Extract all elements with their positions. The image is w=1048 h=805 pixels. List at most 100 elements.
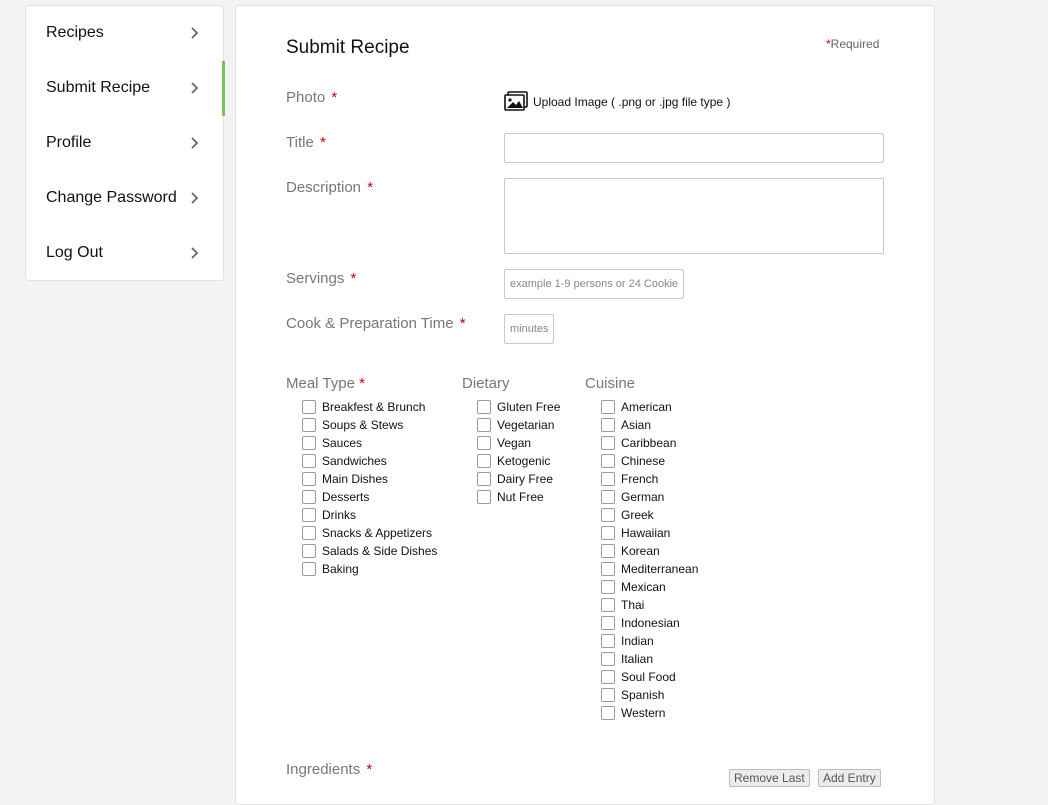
cook-time-label-text: Cook & Preparation Time [286, 315, 454, 332]
sidebar-item-label: Submit Recipe [46, 79, 151, 96]
checkbox[interactable] [477, 436, 491, 450]
sidebar-item-label: Recipes [46, 24, 104, 41]
image-icon [504, 91, 528, 111]
meal-type-option-label: Snacks & Appetizers [322, 526, 433, 540]
sidebar: Recipes Submit Recipe Profile Change Pas… [25, 5, 225, 281]
checkbox[interactable] [601, 670, 615, 684]
meal-type-heading: Meal Type * [286, 375, 365, 392]
cook-time-input[interactable] [504, 314, 554, 344]
checkbox[interactable] [601, 526, 615, 540]
checkbox[interactable] [601, 544, 615, 558]
checkbox[interactable] [477, 454, 491, 468]
required-star: * [459, 315, 466, 332]
meal-type-option-label: Breakfest & Brunch [322, 400, 426, 414]
checkbox[interactable] [601, 562, 615, 576]
checkbox[interactable] [477, 472, 491, 486]
meal-type-option-label: Baking [322, 562, 359, 576]
meal-type-heading-text: Meal Type [286, 375, 355, 392]
sidebar-item-change-password[interactable]: Change Password [26, 171, 224, 226]
checkbox[interactable] [302, 418, 316, 432]
checkbox[interactable] [601, 706, 615, 720]
checkbox[interactable] [601, 634, 615, 648]
cuisine-option-label: Hawaiian [621, 526, 671, 540]
page-title: Submit Recipe [286, 37, 410, 58]
checkbox[interactable] [601, 472, 615, 486]
dietary-option-label: Nut Free [497, 490, 544, 504]
checkbox[interactable] [601, 598, 615, 612]
required-star: * [331, 89, 338, 106]
cuisine-option-label: Western [621, 706, 666, 720]
required-note-text: Required [830, 37, 880, 51]
description-textarea[interactable] [504, 178, 884, 254]
cook-time-label: Cook & Preparation Time * [286, 315, 466, 332]
cuisine-option-label: Indonesian [621, 616, 680, 630]
sidebar-item-label: Profile [46, 134, 92, 151]
checkbox[interactable] [302, 472, 316, 486]
checkbox[interactable] [302, 508, 316, 522]
cuisine-option-label: German [621, 490, 665, 504]
cuisine-option-label: Chinese [621, 454, 666, 468]
checkbox[interactable] [601, 616, 615, 630]
photo-label: Photo * [286, 89, 337, 106]
checkbox[interactable] [302, 526, 316, 540]
checkbox[interactable] [601, 454, 615, 468]
checkbox[interactable] [601, 418, 615, 432]
title-input[interactable] [504, 133, 884, 163]
checkbox[interactable] [601, 490, 615, 504]
cuisine-option-label: Caribbean [621, 436, 677, 450]
chevron-right-icon [191, 192, 199, 204]
required-star: * [359, 375, 365, 392]
checkbox[interactable] [601, 400, 615, 414]
checkbox[interactable] [601, 508, 615, 522]
cuisine-option-label: Thai [621, 598, 645, 612]
dietary-heading: Dietary [462, 375, 510, 392]
ingredients-label-text: Ingredients [286, 761, 361, 778]
cuisine-option-label: Korean [621, 544, 660, 558]
cuisine-option-label: Mediterranean [621, 562, 699, 576]
add-entry-button[interactable]: Add Entry [818, 769, 881, 787]
checkbox[interactable] [302, 436, 316, 450]
cuisine-option-label: French [621, 472, 659, 486]
cuisine-option-label: Asian [621, 418, 652, 432]
ingredients-label: Ingredients * [286, 761, 372, 778]
dietary-option-label: Dairy Free [497, 472, 554, 486]
required-star: * [319, 134, 326, 151]
meal-type-option-label: Sandwiches [322, 454, 387, 468]
meal-type-option-label: Main Dishes [322, 472, 389, 486]
cuisine-option-label: American [621, 400, 672, 414]
sidebar-item-profile[interactable]: Profile [26, 116, 224, 171]
photo-label-text: Photo [286, 89, 326, 106]
title-label: Title * [286, 134, 326, 151]
cuisine-heading: Cuisine [585, 375, 636, 392]
chevron-right-icon [191, 82, 199, 94]
description-label-text: Description [286, 179, 362, 196]
checkbox[interactable] [302, 544, 316, 558]
dietary-option-label: Vegan [497, 436, 532, 450]
checkbox[interactable] [601, 580, 615, 594]
cuisine-option-label: Indian [621, 634, 654, 648]
servings-input[interactable] [504, 269, 684, 299]
chevron-right-icon [191, 137, 199, 149]
checkbox[interactable] [302, 562, 316, 576]
checkbox[interactable] [477, 490, 491, 504]
title-label-text: Title [286, 134, 314, 151]
checkbox[interactable] [477, 400, 491, 414]
required-star: * [366, 761, 373, 778]
checkbox[interactable] [601, 652, 615, 666]
sidebar-item-submit-recipe[interactable]: Submit Recipe [26, 61, 225, 116]
meal-type-option-label: Sauces [322, 436, 363, 450]
sidebar-item-recipes[interactable]: Recipes [26, 6, 224, 61]
checkbox[interactable] [302, 490, 316, 504]
checkbox[interactable] [302, 400, 316, 414]
checkbox[interactable] [601, 688, 615, 702]
cuisine-option-label: Greek [621, 508, 654, 522]
checkbox[interactable] [601, 436, 615, 450]
meal-type-option-label: Salads & Side Dishes [322, 544, 438, 558]
meal-type-option-label: Soups & Stews [322, 418, 404, 432]
required-star: * [350, 270, 357, 287]
sidebar-item-log-out[interactable]: Log Out [26, 226, 224, 281]
remove-last-button[interactable]: Remove Last [729, 769, 810, 787]
checkbox[interactable] [302, 454, 316, 468]
cuisine-option-label: Soul Food [621, 670, 676, 684]
checkbox[interactable] [477, 418, 491, 432]
